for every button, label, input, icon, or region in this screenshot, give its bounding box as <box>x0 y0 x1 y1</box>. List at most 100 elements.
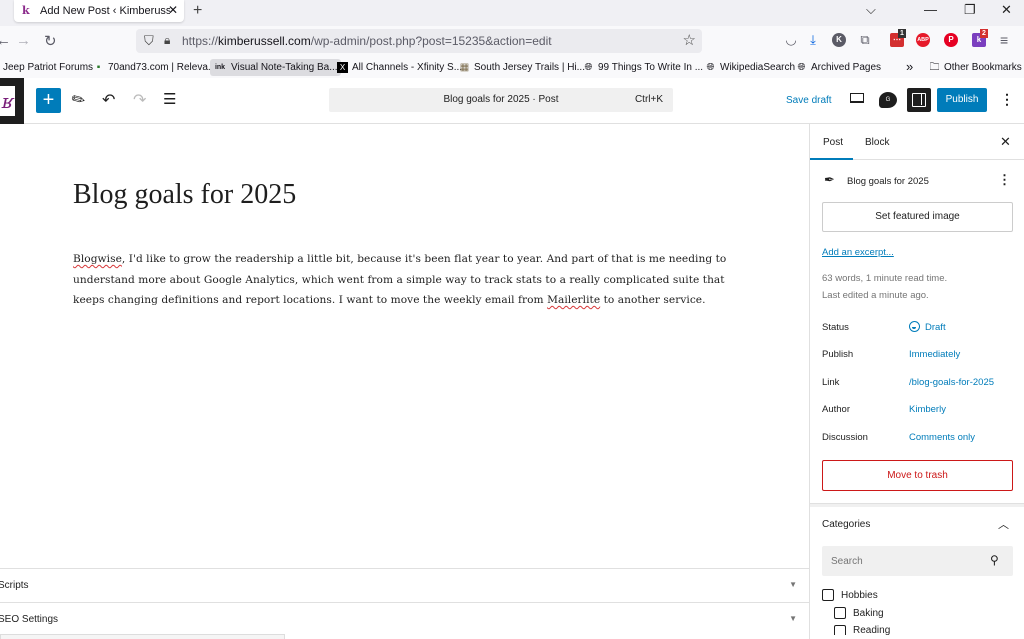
metabox-label: SEO Settings <box>0 614 59 625</box>
app-menu-icon[interactable]: ≡ <box>1000 32 1008 48</box>
close-window-button[interactable]: ✕ <box>1001 2 1012 18</box>
url-prefix: https:// <box>182 34 219 48</box>
jetpack-icon[interactable]: G <box>879 92 897 108</box>
bookmark-label: 70and73.com | Releva... <box>108 62 217 73</box>
settings-toggle-button[interactable] <box>907 88 931 112</box>
status-value[interactable]: Draft <box>909 321 946 333</box>
publish-button[interactable]: Publish <box>937 88 987 112</box>
metabox-seo-settings[interactable]: SEO Settings ▼ <box>0 602 809 636</box>
edit-pencil-icon[interactable]: ✎ <box>68 88 90 112</box>
other-bookmarks-label: Other Bookmarks <box>944 62 1022 73</box>
tab-block[interactable]: Block <box>865 137 889 148</box>
k-extension-icon[interactable]: K <box>832 33 846 47</box>
globe-icon: 🌐︎ <box>584 62 593 73</box>
preview-icon[interactable] <box>850 93 864 103</box>
post-paragraph[interactable]: Blogwise, I'd like to grow the readershi… <box>73 249 733 311</box>
post-summary-title: Blog goals for 2025 <box>847 176 929 187</box>
post-actions-icon[interactable]: ⋮ <box>998 172 1011 188</box>
lock-icon[interactable]: 🔒︎ <box>164 33 170 48</box>
discussion-value[interactable]: Comments only <box>909 432 975 443</box>
restore-button[interactable]: ❐ <box>964 2 976 18</box>
puzzle-icon[interactable]: ⧉ <box>858 33 872 47</box>
set-featured-image-button[interactable]: Set featured image <box>822 202 1013 232</box>
checkbox[interactable] <box>834 607 846 619</box>
bookmark-item[interactable]: 🌐︎ WikipediaSearch <box>702 59 798 76</box>
settings-sidebar: Post Block ✕ ✒ Blog goals for 2025 ⋮ Set… <box>809 124 1024 639</box>
bookmark-item[interactable]: 🌐︎ Archived Pages <box>793 59 884 76</box>
bookmark-item[interactable]: X All Channels - Xfinity S... <box>334 59 465 76</box>
minimize-button[interactable]: — <box>924 2 937 17</box>
horizontal-scrollbar[interactable] <box>0 634 285 639</box>
pocket-icon[interactable]: ◡ <box>784 33 798 47</box>
category-search-input[interactable] <box>822 546 1013 576</box>
category-label: Hobbies <box>841 589 878 601</box>
publish-label: Publish <box>822 349 854 360</box>
bookmark-item[interactable]: ▪ 70and73.com | Releva... <box>90 59 219 76</box>
bookmark-item[interactable]: 🌐︎ 99 Things To Write In ... <box>580 59 706 76</box>
search-icon[interactable]: ⚲ <box>990 553 999 567</box>
save-draft-button[interactable]: Save draft <box>786 95 832 106</box>
other-bookmarks[interactable]: 🗀︎ Other Bookmarks <box>926 59 1024 76</box>
bookmark-star-icon[interactable]: ☆ <box>683 31 696 49</box>
reload-icon[interactable]: ↻ <box>44 32 57 50</box>
bookmark-item[interactable]: ▦ South Jersey Trails | Hi... <box>456 59 588 76</box>
back-icon[interactable]: ← <box>0 32 11 49</box>
toggle-arrow-icon[interactable]: ▼ <box>789 580 797 589</box>
globe-icon: 🌐︎ <box>706 62 715 73</box>
bookmark-item[interactable]: ink Visual Note-Taking Ba... <box>210 59 341 76</box>
new-tab-button[interactable]: + <box>193 2 202 20</box>
more-options-icon[interactable]: ⋮ <box>1000 91 1014 108</box>
bookmark-favicon-icon: ▪ <box>96 62 101 73</box>
tab-post[interactable]: Post <box>823 137 843 148</box>
publish-value[interactable]: Immediately <box>909 349 960 360</box>
document-overview-icon[interactable]: ☰ <box>163 90 176 108</box>
category-item-baking[interactable]: Baking <box>834 607 884 619</box>
url-path: /wp-admin/post.php?post=15235&action=edi… <box>310 34 552 48</box>
category-label: Reading <box>853 625 891 635</box>
bookmark-item[interactable]: Jeep Patriot Forums <box>0 59 96 76</box>
misspelled-word[interactable]: Blogwise <box>73 253 122 265</box>
checkbox[interactable] <box>822 589 834 601</box>
metabox-scripts[interactable]: Scripts ▼ <box>0 568 809 602</box>
add-block-button[interactable]: + <box>36 88 61 113</box>
close-tab-icon[interactable]: ✕ <box>168 3 178 17</box>
post-feather-icon: ✒ <box>824 172 835 187</box>
more-bookmarks-icon[interactable]: » <box>906 59 913 74</box>
shield-icon[interactable]: ⛉ <box>144 33 154 49</box>
pinterest-icon[interactable]: P <box>944 33 958 47</box>
undo-icon[interactable]: ↶ <box>102 90 115 110</box>
redo-icon[interactable]: ↷ <box>133 90 146 110</box>
paragraph-text: to another service. <box>600 294 706 306</box>
category-item-reading[interactable]: Reading <box>834 625 890 635</box>
status-value-text: Draft <box>925 322 946 333</box>
url-domain: kimberussell.com <box>218 34 311 48</box>
move-to-trash-button[interactable]: Move to trash <box>822 460 1013 491</box>
chevron-up-icon[interactable]: ︿ <box>998 516 1009 532</box>
close-sidebar-icon[interactable]: ✕ <box>1000 134 1011 150</box>
bookmark-label: All Channels - Xfinity S... <box>352 62 463 73</box>
misspelled-word[interactable]: Mailerlite <box>547 294 600 306</box>
add-excerpt-link[interactable]: Add an excerpt... <box>822 247 894 258</box>
download-icon[interactable]: ⤓ <box>806 33 820 47</box>
adblock-plus-icon[interactable]: ABP <box>916 33 930 47</box>
link-value[interactable]: /blog-goals-for-2025 <box>909 377 994 388</box>
site-logo[interactable]: ʁ <box>0 78 24 124</box>
category-item-hobbies[interactable]: Hobbies <box>822 589 878 601</box>
bookmark-favicon-icon: ▦ <box>459 62 470 73</box>
categories-panel-title[interactable]: Categories <box>822 519 870 530</box>
browser-tab[interactable]: k Add New Post ‹ Kimberussell.co ✕ <box>14 0 184 22</box>
toggle-arrow-icon[interactable]: ▼ <box>789 614 797 623</box>
notification-badge: 2 <box>980 29 988 38</box>
post-title[interactable]: Blog goals for 2025 <box>73 179 296 211</box>
tab-list-dropdown-icon[interactable]: ⌵ <box>866 2 876 18</box>
author-value[interactable]: Kimberly <box>909 404 946 415</box>
sidebar-icon <box>912 93 926 107</box>
status-label: Status <box>822 322 849 333</box>
forward-icon[interactable]: → <box>16 32 31 49</box>
discussion-label: Discussion <box>822 432 868 443</box>
command-palette-button[interactable]: Blog goals for 2025 · Post Ctrl+K <box>329 88 673 112</box>
bookmarks-bar: Jeep Patriot Forums ▪ 70and73.com | Releva… <box>0 56 1024 78</box>
url-bar[interactable]: ⛉ 🔒︎ https://kimberussell.com/wp-admin/p… <box>136 29 702 53</box>
site-favicon-icon: k <box>22 4 30 17</box>
checkbox[interactable] <box>834 625 846 635</box>
